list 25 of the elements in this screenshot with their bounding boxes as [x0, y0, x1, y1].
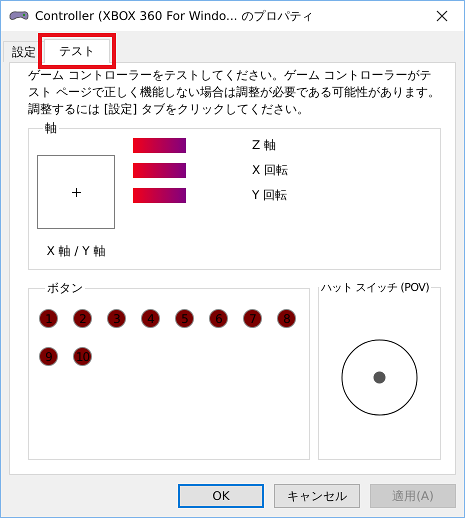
button-indicator: 4 [141, 309, 160, 328]
button-indicator: 7 [243, 309, 262, 328]
button-indicator: 3 [107, 309, 126, 328]
axis-label: Z 軸 [252, 137, 276, 154]
dialog-button[interactable]: キャンセル [274, 484, 360, 508]
axis-label: X 回転 [252, 162, 288, 179]
tab[interactable]: 設定 [3, 41, 45, 62]
button-indicator: 6 [209, 309, 228, 328]
description-text: ゲーム コントローラーをテストしてください。ゲーム コントローラーがテスト ページで正しく機能しない場合は調整が必要である可能性があります。調整するには [設定] タブをクリックしてください。 [28, 67, 441, 118]
axis-label: X 軸 / Y 軸 [46, 243, 106, 260]
window-title: Controller (XBOX 360 For Windo... のプロパティ [35, 8, 314, 24]
button-indicator: 1 [39, 309, 58, 328]
group-title: ハット スイッチ (POV) [320, 280, 430, 295]
close-icon[interactable] [436, 10, 448, 22]
dialog-button[interactable]: OK [178, 484, 264, 508]
button-indicator: 8 [277, 309, 296, 328]
button-indicator: 10 [73, 347, 92, 366]
button-indicator: 9 [39, 347, 58, 366]
controller-icon [9, 10, 29, 22]
button-indicator: 5 [175, 309, 194, 328]
group-title: ボタン [46, 280, 84, 297]
axis-label: Y 回転 [252, 187, 288, 204]
crosshair-icon [72, 188, 80, 196]
group-title: 軸 [44, 120, 58, 137]
button-indicator: 2 [73, 309, 92, 328]
